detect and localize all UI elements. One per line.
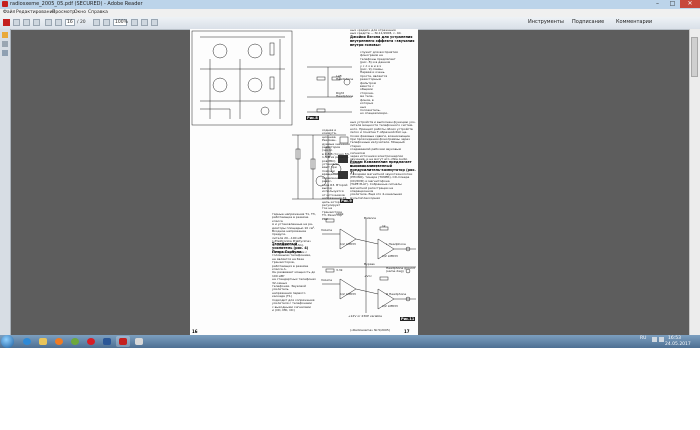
lock-icon[interactable] (2, 32, 8, 38)
zoom-in-icon[interactable] (103, 19, 110, 26)
panel-tools[interactable]: Инструменты (528, 19, 564, 26)
resistor-label: 1k (382, 224, 386, 228)
taskbar-opera[interactable] (84, 336, 98, 347)
menu-view[interactable]: Просмотр (52, 9, 75, 17)
schematic-top-left (191, 30, 293, 126)
start-button[interactable] (1, 335, 14, 348)
vcc-label: +Vcc (364, 274, 372, 278)
page-up-icon[interactable] (45, 19, 52, 26)
vertical-scrollbar[interactable] (689, 29, 700, 335)
comment-icon[interactable] (151, 19, 158, 26)
fit-width-icon[interactable] (141, 19, 148, 26)
page-number-input[interactable]: 16 (65, 19, 75, 26)
figure-label: Рис.8 (306, 116, 319, 120)
network-icon[interactable] (652, 337, 657, 342)
save-icon[interactable] (13, 19, 20, 26)
open-icon[interactable] (3, 19, 10, 26)
resistor-label: 3.3k (336, 268, 343, 272)
zoom-out-icon[interactable] (93, 19, 100, 26)
clock-date[interactable]: 24.05.2017 (665, 342, 691, 347)
volume-top-label: Volume (321, 228, 333, 232)
taskbar-antivirus[interactable] (68, 336, 82, 347)
bypass-label: Bypass (364, 262, 375, 266)
fit-page-icon[interactable] (131, 19, 138, 26)
resistor-label: 100k (336, 212, 344, 216)
volume-bottom-label: Volume (321, 278, 333, 282)
title-bar: radiosxeme_2005_05.pdf (SECURED) - Adobe… (0, 0, 700, 9)
menu-help[interactable]: Справка (88, 9, 108, 17)
system-tray: RU 16:53 24.05.2017 (600, 335, 700, 348)
volume-icon[interactable] (659, 337, 664, 342)
clock-time[interactable]: 16:53 (668, 336, 681, 341)
right-headphone-label: Right Headphone (336, 91, 354, 99)
pages-icon[interactable] (2, 41, 8, 47)
chip-label: 1/2 LM833 (382, 254, 398, 258)
taskbar-ie[interactable] (20, 336, 34, 347)
blank-area (0, 348, 700, 430)
headphone-ground-label: Headphone ground (same dwg) (386, 266, 415, 274)
chip-label: 1/2 LM833 (340, 242, 356, 246)
taskbar-word[interactable] (100, 336, 114, 347)
para-line: и (CD, MD, ОС) (272, 307, 295, 312)
left-headphone-out-label: L Headphone (386, 242, 406, 246)
menu-edit[interactable]: Редактирование (16, 9, 55, 17)
chip-label: 1/2 LM833 (382, 304, 398, 308)
taskbar-media[interactable] (52, 336, 66, 347)
adobe-reader-icon (2, 1, 8, 7)
window-title: radiosxeme_2005_05.pdf (SECURED) - Adobe… (10, 1, 143, 7)
figure-label: Рис.11 (400, 317, 416, 321)
panel-comments[interactable]: Комментарии (616, 19, 652, 26)
menu-file[interactable]: Файл (3, 9, 15, 17)
menu-window[interactable]: Окно (74, 9, 86, 17)
language-indicator[interactable]: RU (640, 336, 646, 341)
footer-source: («Radiosxema» Nr.5/2005) (350, 328, 390, 332)
page-down-icon[interactable] (55, 19, 62, 26)
maximize-button[interactable]: □ (665, 0, 680, 8)
screen: radiosxeme_2005_05.pdf (SECURED) - Adobe… (0, 0, 700, 348)
para-line: усилителе. Ещё это 4-канальная мультипле… (350, 192, 402, 200)
left-headphone-label: Left Headphone (336, 74, 354, 82)
left-navigation (0, 29, 11, 335)
schematic-note: +12V or 230P variable (348, 314, 382, 318)
balance-label: Balance (364, 216, 376, 220)
mail-icon[interactable] (33, 19, 40, 26)
page-number: 16 (192, 329, 198, 334)
heading-vegon: Джойки Вэгона для устранения внутреннего… (350, 35, 415, 47)
panel-sign[interactable]: Подписание (572, 19, 604, 26)
taskbar-adobe-reader[interactable] (116, 336, 130, 347)
chip-label: 1/2 LM833 (340, 292, 356, 296)
zoom-select[interactable]: 100% (113, 19, 128, 26)
minimize-button[interactable]: – (650, 0, 665, 8)
scrollbar-thumb[interactable] (691, 37, 698, 77)
document-page: ных «радио» для отражения ных средств — … (190, 29, 418, 335)
taskbar: RU 16:53 24.05.2017 (0, 335, 700, 348)
para-line: но специализиро- (360, 111, 389, 116)
page-number: 17 (404, 329, 410, 334)
right-headphone-out-label: R Headphone (386, 292, 407, 296)
taskbar-explorer[interactable] (36, 336, 50, 347)
attachment-icon[interactable] (2, 50, 8, 56)
page-total-label: / 20 (77, 20, 86, 25)
taskbar-app[interactable] (132, 336, 146, 347)
close-button[interactable]: ✕ (680, 0, 700, 8)
print-icon[interactable] (23, 19, 30, 26)
